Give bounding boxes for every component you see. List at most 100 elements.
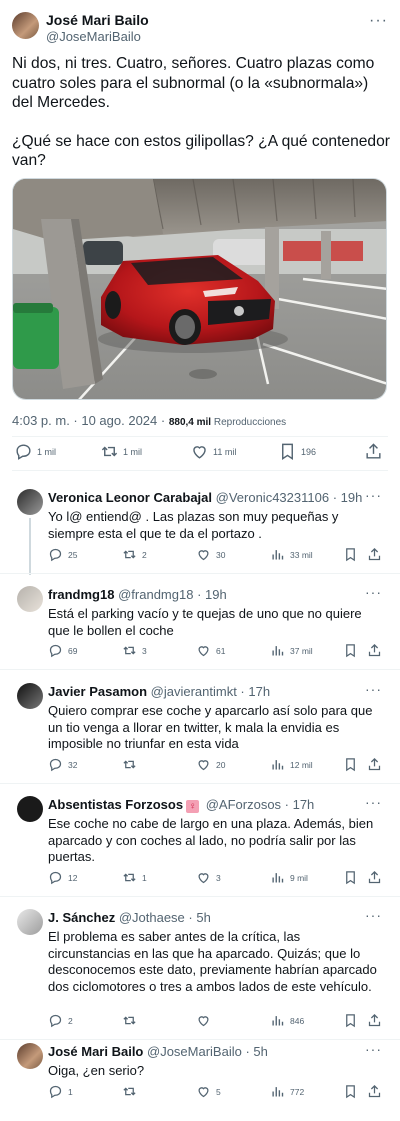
author-handle[interactable]: @Jothaese: [119, 910, 185, 925]
more-options-icon[interactable]: ···: [365, 794, 382, 810]
more-options-icon[interactable]: ···: [365, 907, 382, 923]
more-options-icon[interactable]: ···: [365, 681, 382, 697]
author-name[interactable]: José Mari Bailo: [48, 1044, 143, 1059]
reply-icon: [49, 548, 62, 562]
share-button[interactable]: [367, 757, 387, 772]
more-options-icon[interactable]: ···: [369, 12, 388, 30]
reply-button[interactable]: 1 mil: [14, 442, 56, 461]
heart-icon: [198, 873, 209, 884]
views-button[interactable]: 772: [270, 1084, 304, 1099]
tweet-photo[interactable]: [12, 178, 387, 400]
repost-button[interactable]: 1 mil: [100, 442, 142, 461]
reply-time[interactable]: · 5h: [242, 1044, 267, 1059]
share-button[interactable]: [367, 1013, 387, 1028]
views-button[interactable]: 33 mil: [270, 547, 313, 562]
like-button[interactable]: 3: [196, 870, 221, 885]
author-name[interactable]: Veronica Leonor Carabajal: [48, 490, 212, 505]
author-name[interactable]: Javier Pasamon: [48, 684, 147, 699]
heart-icon: [198, 550, 209, 561]
author-handle[interactable]: @javierantimkt: [151, 684, 237, 699]
reply-button[interactable]: 1: [48, 1084, 73, 1099]
reply-time[interactable]: · 17h: [281, 797, 315, 812]
share-button[interactable]: [367, 547, 387, 562]
author-handle[interactable]: @JoseMariBailo: [147, 1044, 242, 1059]
share-button[interactable]: [364, 442, 387, 461]
author-handle[interactable]: @Veronic43231106: [216, 490, 329, 505]
views-button[interactable]: 37 mil: [270, 643, 313, 658]
bookmark-icon: [346, 644, 355, 658]
avatar[interactable]: [12, 12, 39, 39]
more-options-icon[interactable]: ···: [365, 584, 382, 600]
author-name[interactable]: Absentistas Forzosos: [48, 797, 183, 812]
bookmark-icon: [282, 443, 293, 460]
bookmark-icon: [346, 758, 355, 772]
views-button[interactable]: 9 mil: [270, 870, 308, 885]
like-button[interactable]: 30: [196, 547, 225, 562]
repost-button[interactable]: [122, 1013, 142, 1028]
views-count: 33 mil: [290, 549, 313, 560]
avatar[interactable]: [17, 796, 43, 822]
reply-button[interactable]: 32: [48, 757, 77, 772]
views-count: 12 mil: [290, 759, 313, 770]
reply-action-bar: 25 2 30 33 mil: [48, 547, 386, 567]
repost-button[interactable]: 2: [122, 547, 147, 562]
reply-time[interactable]: · 17h: [237, 684, 270, 699]
share-icon: [368, 643, 381, 657]
reply-button[interactable]: 12: [48, 870, 77, 885]
bookmark-button[interactable]: [343, 757, 363, 772]
bookmark-button[interactable]: [343, 1013, 363, 1028]
reply-text: Está el parking vacío y te quejas de uno…: [48, 606, 362, 638]
repost-button[interactable]: 1: [122, 870, 147, 885]
heart-icon: [198, 1016, 209, 1027]
more-options-icon[interactable]: ···: [365, 487, 382, 503]
like-button[interactable]: 20: [196, 757, 225, 772]
share-button[interactable]: [367, 870, 387, 885]
reply-button[interactable]: 2: [48, 1013, 73, 1028]
bookmark-button[interactable]: 196: [278, 442, 316, 461]
author-name[interactable]: frandmg18: [48, 587, 114, 602]
bookmark-button[interactable]: [343, 1084, 363, 1099]
repost-button[interactable]: 3: [122, 643, 147, 658]
author-handle[interactable]: @AForzosos: [206, 797, 281, 812]
like-count: 5: [216, 1086, 221, 1097]
views-icon: [272, 646, 284, 656]
reply-text: Yo l@ entiend@ . Las plazas son muy pequ…: [48, 509, 339, 541]
author-name[interactable]: J. Sánchez: [48, 910, 115, 925]
reply-button[interactable]: 25: [48, 547, 77, 562]
reply-time[interactable]: · 5h: [185, 910, 210, 925]
views-count: 880,4 mil: [168, 417, 212, 428]
tweet-meta: 4:03 p. m. · 10 ago. 2024 · 880,4 mil Re…: [12, 413, 286, 428]
like-count: 61: [216, 645, 226, 656]
views-button[interactable]: 846: [270, 1013, 304, 1028]
reply-time[interactable]: · 19h: [329, 490, 363, 505]
like-button[interactable]: 61: [196, 643, 225, 658]
avatar[interactable]: [17, 489, 43, 515]
avatar[interactable]: [17, 909, 43, 935]
reply-text: El problema es saber antes de la crítica…: [48, 929, 377, 994]
timestamp[interactable]: 4:03 p. m. · 10 ago. 2024 ·: [12, 413, 169, 428]
avatar[interactable]: [17, 586, 43, 612]
bookmark-button[interactable]: [343, 547, 363, 562]
bookmark-count: 196: [301, 446, 317, 457]
more-options-icon[interactable]: ···: [365, 1041, 382, 1057]
share-button[interactable]: [367, 1084, 387, 1099]
tweet-thread: José Mari Bailo @JoseMariBailo ··· Ni do…: [0, 0, 400, 1121]
repost-button[interactable]: [122, 757, 142, 772]
like-button[interactable]: [196, 1013, 216, 1028]
share-button[interactable]: [367, 643, 387, 658]
bookmark-button[interactable]: [343, 643, 363, 658]
like-button[interactable]: 5: [196, 1084, 221, 1099]
repost-button[interactable]: [122, 1084, 142, 1099]
author-handle[interactable]: @JoseMariBailo: [46, 29, 141, 44]
reply-button[interactable]: 69: [48, 643, 77, 658]
views-button[interactable]: 12 mil: [270, 757, 313, 772]
author-name[interactable]: José Mari Bailo: [46, 12, 149, 28]
reply-time[interactable]: · 19h: [193, 587, 227, 602]
reply-action-bar: 1 5 772: [48, 1084, 386, 1104]
avatar[interactable]: [17, 683, 43, 709]
avatar[interactable]: [17, 1043, 43, 1069]
thread-line: [29, 518, 31, 575]
bookmark-button[interactable]: [343, 870, 363, 885]
author-handle[interactable]: @frandmg18: [118, 587, 193, 602]
like-button[interactable]: 11 mil: [190, 442, 236, 461]
